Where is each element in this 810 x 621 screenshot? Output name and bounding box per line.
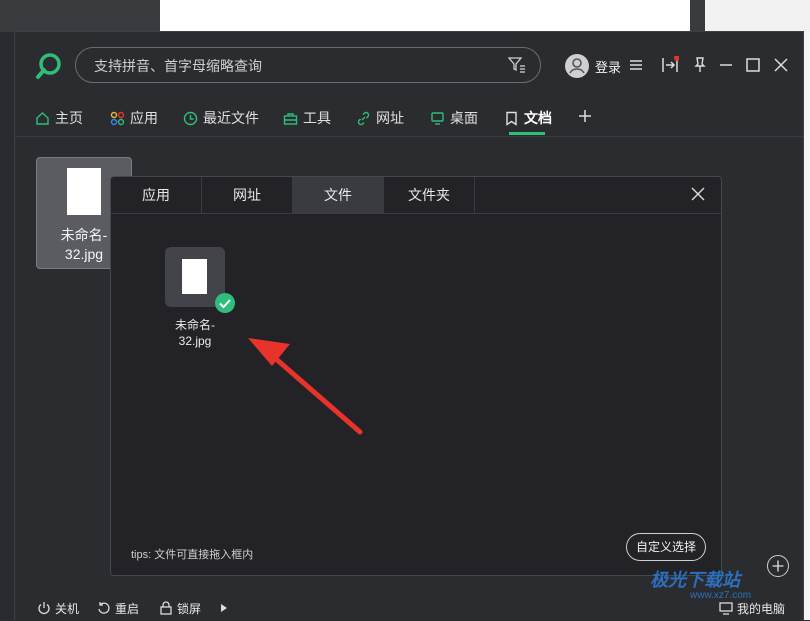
tab-label: 主页 [55,110,83,126]
home-icon [36,111,49,125]
apps-icon [110,111,125,125]
search-input[interactable] [92,48,496,84]
filter-icon[interactable] [508,57,526,73]
active-tab-indicator [509,132,545,135]
tab-label: 桌面 [450,110,478,126]
dialog-tab-files[interactable]: 文件 [293,177,384,213]
background-window-edge [705,0,810,32]
shutdown-button[interactable]: 关机 [37,600,79,616]
play-icon[interactable] [220,603,228,613]
file-thumbnail [182,259,207,294]
checkmark-icon [215,293,235,313]
tab-apps[interactable]: 应用 [110,108,158,128]
custom-select-button[interactable]: 自定义选择 [626,533,706,561]
file-thumbnail [67,168,101,215]
background-left-edge [0,32,14,620]
background-document-window [160,0,690,32]
watermark-logo: 极光下载站 [650,570,740,590]
power-icon [38,602,50,615]
tab-urls[interactable]: 网址 [356,108,404,128]
dialog-tab-urls[interactable]: 网址 [202,177,293,213]
lock-icon [160,601,172,615]
bookmark-icon [506,111,517,126]
link-icon [357,111,370,125]
watermark-url: www.xz7.com [690,590,752,601]
minimize-icon[interactable] [717,56,735,74]
close-icon[interactable] [772,56,790,74]
tab-label: 应用 [130,110,158,126]
dialog-close-icon[interactable] [691,187,705,201]
search-box[interactable] [75,47,541,84]
sidebar-toggle-icon[interactable] [661,56,679,74]
lock-screen-button[interactable]: 锁屏 [159,600,201,616]
footer-bar: 关机 重启 锁屏 我的电脑 [15,592,803,621]
shutdown-label: 关机 [55,601,80,616]
login-button[interactable]: 登录 [565,54,621,78]
my-computer-button[interactable]: 我的电脑 [719,600,785,616]
restart-icon [98,602,110,614]
menu-icon[interactable] [627,56,645,74]
tab-recent-files[interactable]: 最近文件 [183,108,259,128]
pin-icon[interactable] [691,56,709,74]
tab-label: 工具 [303,110,331,126]
tab-desktop[interactable]: 桌面 [430,108,478,128]
add-tab-icon[interactable] [577,108,593,124]
dialog-tabs: 应用 网址 文件 文件夹 [111,177,721,214]
tab-label: 网址 [376,110,404,126]
monitor-icon [431,111,444,125]
toolbox-icon [283,112,298,125]
tips-text: tips: 文件可直接拖入框内 [131,549,254,561]
lock-label: 锁屏 [177,601,202,616]
tab-tools[interactable]: 工具 [283,108,331,128]
tab-documents[interactable]: 文档 [504,108,552,128]
tab-label: 文档 [524,110,552,126]
dialog-tab-apps[interactable]: 应用 [111,177,202,213]
category-tabs: 主页 应用 最近文件 工具 网址 桌面 文档 [15,96,803,137]
maximize-icon[interactable] [744,56,762,74]
search-logo-icon [36,53,61,79]
dialog-file-name: 未命名- 32.jpg [175,318,215,348]
user-icon [569,58,585,74]
add-icon[interactable] [767,555,789,577]
tab-label: 最近文件 [203,110,259,126]
restart-button[interactable]: 重启 [97,600,139,616]
computer-icon [719,602,733,615]
header: 登录 [15,32,803,96]
restart-label: 重启 [115,601,140,616]
my-computer-label: 我的电脑 [737,601,786,616]
dialog-tab-folders[interactable]: 文件夹 [384,177,475,213]
tab-home[interactable]: 主页 [35,108,83,128]
avatar [565,54,589,78]
login-label: 登录 [595,59,622,75]
clock-icon [183,111,198,125]
add-file-dialog: 应用 网址 文件 文件夹 未命名- 32.jpg tips: 文件可直接拖入框内… [110,176,722,576]
